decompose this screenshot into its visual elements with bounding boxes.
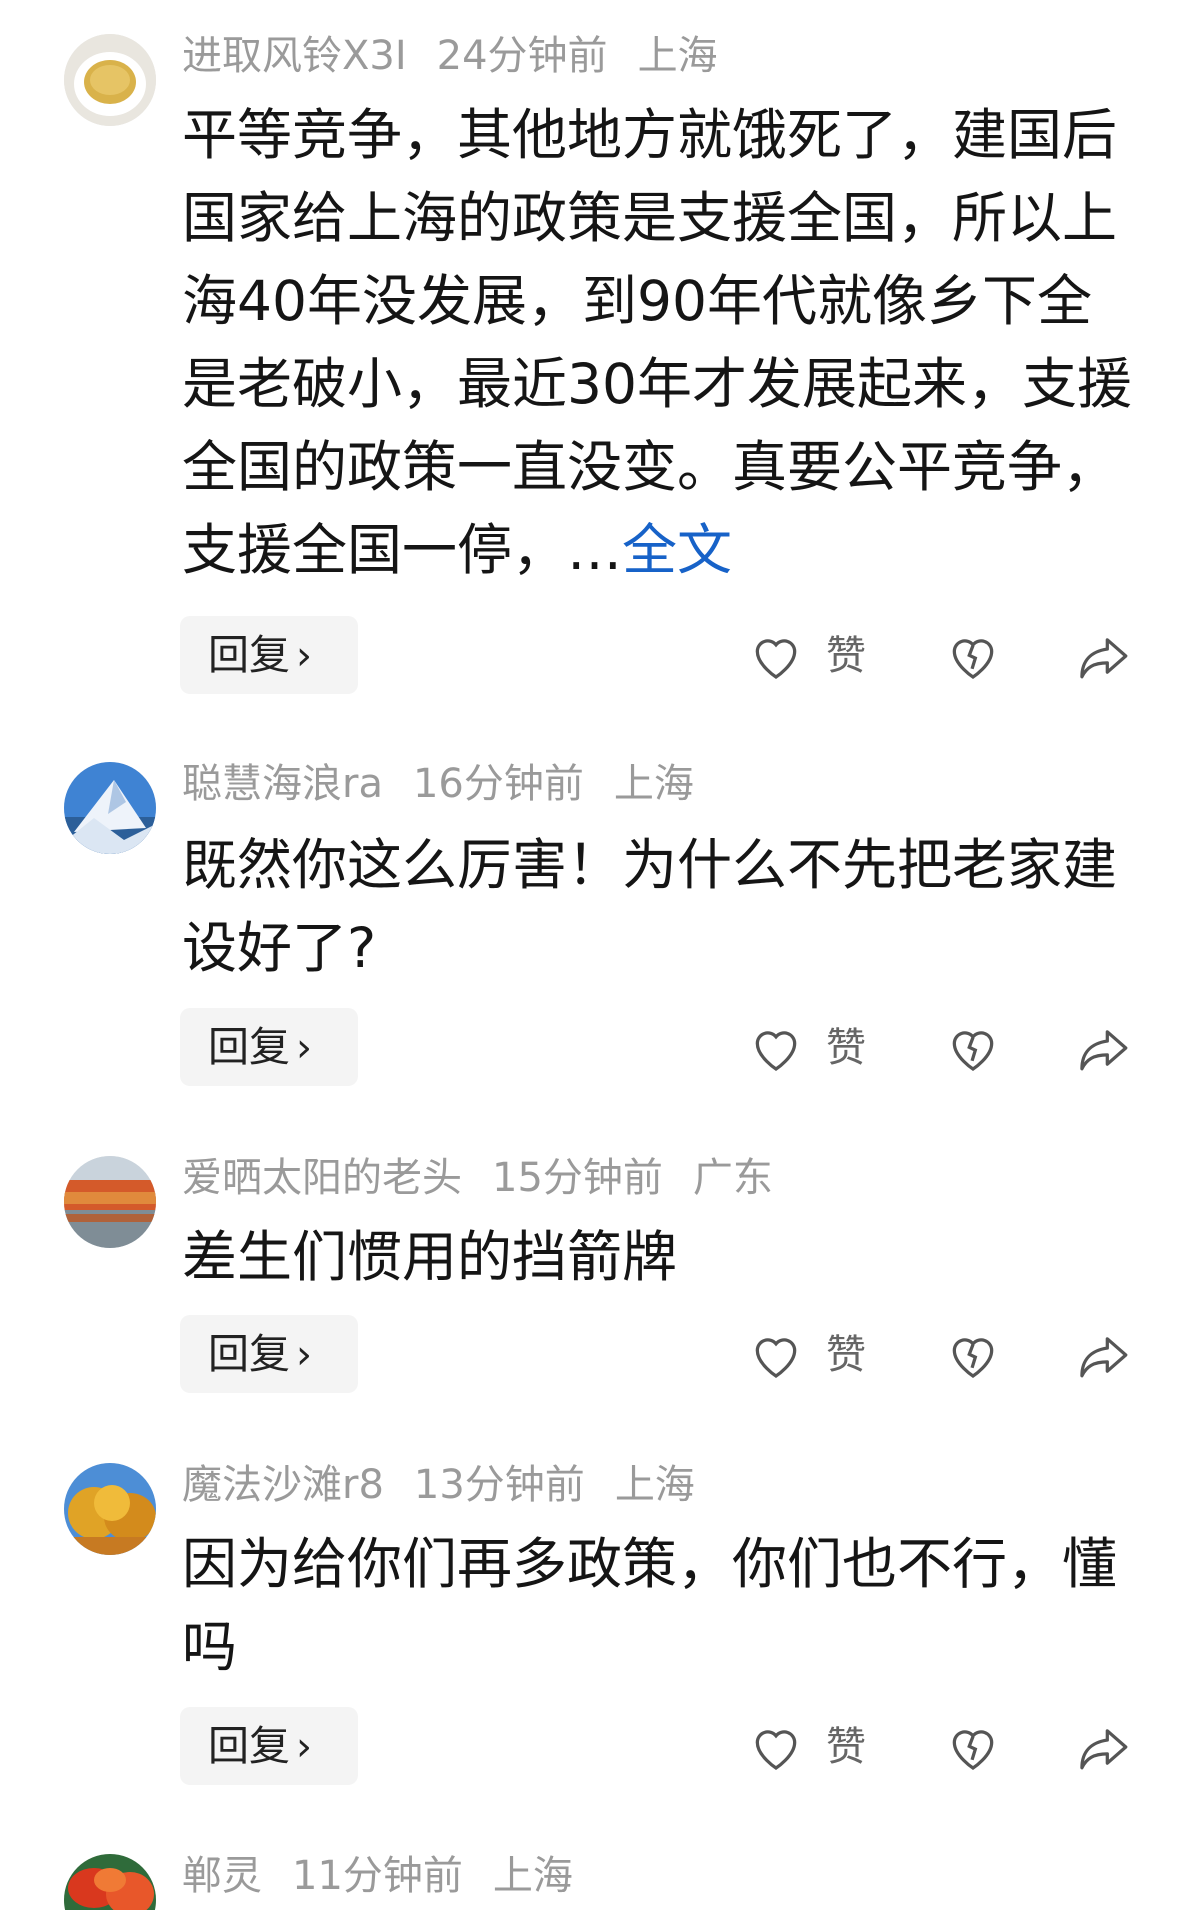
timestamp: 13分钟前	[413, 1462, 585, 1508]
comment-meta: 魔法沙滩r8 13分钟前 上海	[182, 1457, 725, 1513]
share-button[interactable]	[1075, 1327, 1135, 1383]
share-arrow-icon	[1080, 1729, 1128, 1770]
comment-item: 魔法沙滩r8 13分钟前 上海 因为给你们再多政策，你们也不行，懂吗 回复 › 赞	[0, 1457, 1198, 1817]
like-button[interactable]	[748, 1020, 804, 1076]
like-label[interactable]: 赞	[826, 1020, 866, 1076]
username[interactable]: 魔法沙滩r8	[182, 1462, 384, 1508]
location: 广东	[692, 1155, 773, 1201]
reply-label: 回复	[208, 1330, 290, 1378]
comment-text: 因为给你们再多政策，你们也不行，懂吗	[182, 1523, 1142, 1689]
user-avatar[interactable]	[64, 1854, 156, 1910]
username[interactable]: 爱晒太阳的老头	[182, 1155, 462, 1201]
like-button[interactable]	[748, 628, 804, 684]
share-button[interactable]	[1075, 628, 1135, 684]
chevron-right-icon: ›	[296, 1025, 312, 1071]
full-text-link[interactable]: 全文	[622, 518, 732, 582]
like-label[interactable]: 赞	[826, 628, 866, 684]
user-avatar[interactable]	[64, 1156, 156, 1248]
share-button[interactable]	[1075, 1020, 1135, 1076]
location: 上海	[613, 761, 694, 807]
comment-meta: 郸灵 11分钟前 上海	[182, 1848, 603, 1904]
username[interactable]: 聪慧海浪ra	[182, 761, 383, 807]
reply-button[interactable]: 回复 ›	[180, 1008, 358, 1086]
user-avatar[interactable]	[64, 34, 156, 126]
chevron-right-icon: ›	[296, 1724, 312, 1770]
share-arrow-icon	[1080, 1337, 1128, 1378]
comment-text: 既然你这么厉害！为什么不先把老家建设好了?	[182, 824, 1142, 990]
location: 上海	[637, 33, 718, 79]
share-button[interactable]	[1075, 1719, 1135, 1775]
share-arrow-icon	[1080, 1030, 1128, 1071]
reply-button[interactable]: 回复 ›	[180, 616, 358, 694]
reply-label: 回复	[208, 1023, 290, 1071]
heart-outline-icon	[755, 1338, 797, 1378]
dislike-button[interactable]	[945, 1719, 1001, 1775]
username[interactable]: 进取风铃X3I	[182, 33, 407, 79]
chevron-right-icon: ›	[296, 1332, 312, 1378]
location: 上海	[492, 1853, 573, 1899]
heart-outline-icon	[755, 1730, 797, 1770]
autumn-lake-avatar-icon	[64, 1156, 156, 1248]
heart-outline-icon	[755, 1031, 797, 1071]
like-label[interactable]: 赞	[826, 1327, 866, 1383]
dislike-button[interactable]	[945, 1020, 1001, 1076]
location: 上海	[614, 1462, 695, 1508]
timestamp: 11分钟前	[292, 1853, 463, 1899]
share-arrow-icon	[1080, 638, 1128, 679]
broken-heart-icon	[952, 1338, 994, 1378]
reply-button[interactable]: 回复 ›	[180, 1707, 358, 1785]
timestamp: 16分钟前	[412, 761, 584, 807]
username[interactable]: 郸灵	[182, 1853, 262, 1899]
chevron-right-icon: ›	[296, 633, 312, 679]
snow-mountain-avatar-icon	[64, 762, 156, 854]
like-button[interactable]	[748, 1327, 804, 1383]
comment-item: 聪慧海浪ra 16分钟前 上海 既然你这么厉害！为什么不先把老家建设好了? 回复 › …	[0, 756, 1198, 1116]
user-avatar[interactable]	[64, 762, 156, 854]
dislike-button[interactable]	[945, 1327, 1001, 1383]
broken-heart-icon	[952, 1031, 994, 1071]
comment-meta: 进取风铃X3I 24分钟前 上海	[182, 28, 748, 84]
comment-item: 爱晒太阳的老头 15分钟前 广东 差生们惯用的挡箭牌 回复 › 赞	[0, 1150, 1198, 1430]
comment-meta: 聪慧海浪ra 16分钟前 上海	[182, 756, 724, 812]
broken-heart-icon	[952, 639, 994, 679]
heart-outline-icon	[755, 639, 797, 679]
comment-body: 因为给你们再多政策，你们也不行，懂吗	[182, 1532, 1118, 1679]
user-avatar[interactable]	[64, 1463, 156, 1555]
comment-text: 差生们惯用的挡箭牌	[182, 1216, 1142, 1299]
comment-item: 郸灵 11分钟前 上海	[0, 1848, 1198, 1910]
like-label[interactable]: 赞	[826, 1719, 866, 1775]
tea-cup-avatar-icon	[64, 34, 156, 126]
reply-button[interactable]: 回复 ›	[180, 1315, 358, 1393]
timestamp: 24分钟前	[436, 33, 608, 79]
comment-body: 差生们惯用的挡箭牌	[182, 1225, 678, 1289]
dislike-button[interactable]	[945, 628, 1001, 684]
golden-trees-avatar-icon	[64, 1463, 156, 1555]
reply-label: 回复	[208, 631, 290, 679]
comment-body: 平等竞争，其他地方就饿死了，建国后国家给上海的政策是支援全国，所以上海40年没发…	[182, 103, 1132, 582]
timestamp: 15分钟前	[492, 1155, 663, 1201]
comment-item: 进取风铃X3I 24分钟前 上海 平等竞争，其他地方就饿死了，建国后国家给上海的政策…	[0, 28, 1198, 728]
comment-text: 平等竞争，其他地方就饿死了，建国后国家给上海的政策是支援全国，所以上海40年没发…	[182, 94, 1142, 592]
broken-heart-icon	[952, 1730, 994, 1770]
comment-meta: 爱晒太阳的老头 15分钟前 广东	[182, 1150, 803, 1206]
comment-body: 既然你这么厉害！为什么不先把老家建设好了?	[182, 833, 1118, 980]
like-button[interactable]	[748, 1719, 804, 1775]
red-leaves-avatar-icon	[64, 1854, 156, 1910]
reply-label: 回复	[208, 1722, 290, 1770]
